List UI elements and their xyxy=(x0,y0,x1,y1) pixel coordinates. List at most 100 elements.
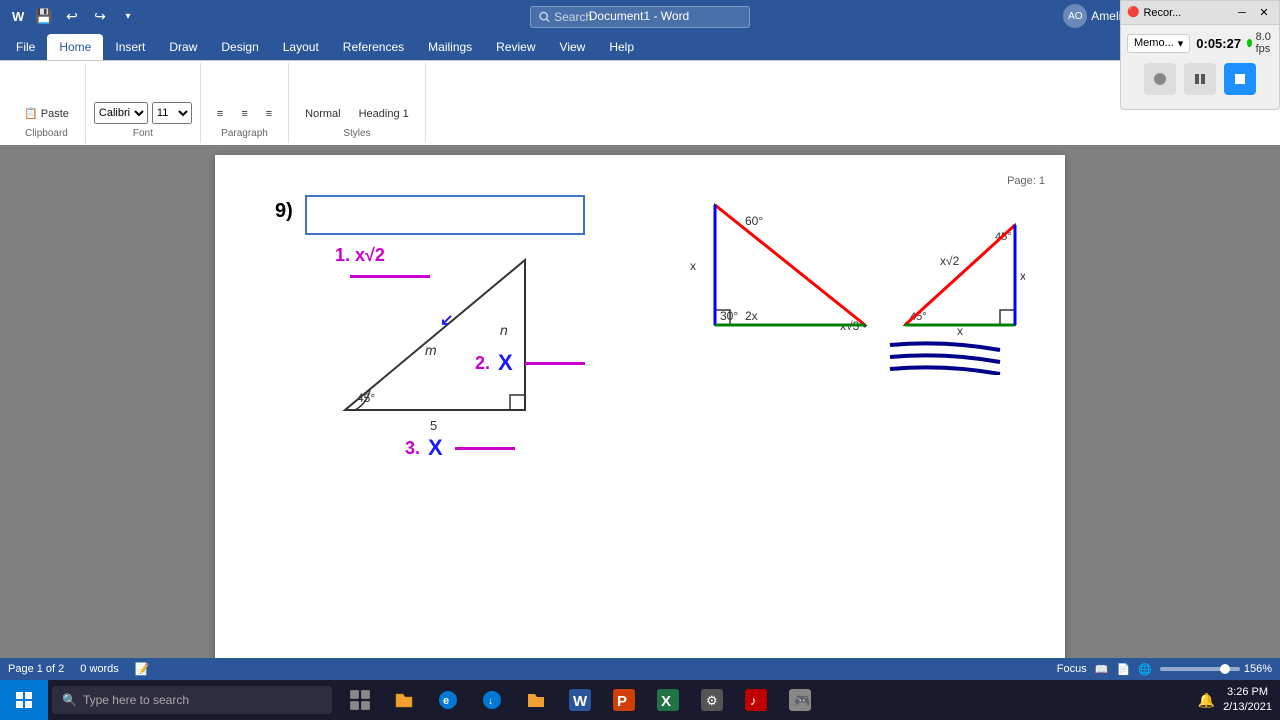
ratio-label-3: 3. X xyxy=(405,435,515,461)
tab-draw[interactable]: Draw xyxy=(157,34,209,60)
focus-button[interactable]: Focus xyxy=(1057,663,1087,675)
taskbar-right: 🔔 3:26 PM 2/13/2021 xyxy=(1198,685,1280,716)
tab-help[interactable]: Help xyxy=(597,34,646,60)
svg-text:x: x xyxy=(1020,269,1025,283)
recording-source-dropdown[interactable]: Memo... ▾ xyxy=(1127,34,1190,53)
clipboard-label: Clipboard xyxy=(25,128,68,139)
downloads-button[interactable]: ↓ xyxy=(472,680,512,720)
recording-body: Memo... ▾ 0:05:27 8.0 fps xyxy=(1121,25,1279,101)
document-area: Page: 1 9) 1. x√2 xyxy=(0,145,1280,680)
tab-design[interactable]: Design xyxy=(209,34,270,60)
tab-home[interactable]: Home xyxy=(47,34,103,60)
taskbar: 🔍 Type here to search e xyxy=(0,680,1280,720)
zoom-slider[interactable] xyxy=(1160,667,1240,671)
font-label: Font xyxy=(133,128,153,139)
svg-text:n: n xyxy=(500,322,508,338)
blue-box xyxy=(305,195,585,235)
heading1-style-button[interactable]: Heading 1 xyxy=(351,104,417,124)
align-right-button[interactable]: ≡ xyxy=(258,104,280,124)
recording-title-bar: 🔴 Recor... ─ ✕ xyxy=(1121,1,1279,25)
svg-text:e: e xyxy=(443,695,449,707)
search-icon xyxy=(539,11,550,23)
taskbar-apps: e ↓ W P xyxy=(340,680,820,720)
redo-qat-button[interactable]: ↪ xyxy=(88,4,112,28)
pause-button[interactable] xyxy=(1184,63,1216,95)
read-mode-button[interactable]: 📖 xyxy=(1095,663,1109,676)
svg-text:♪: ♪ xyxy=(750,693,757,708)
triangle-drawing: m n 45° 5 ↙ xyxy=(325,240,555,440)
align-left-button[interactable]: ≡ xyxy=(209,104,231,124)
svg-text:x: x xyxy=(690,259,696,273)
recording-minimize-button[interactable]: ─ xyxy=(1233,4,1251,22)
powerpoint-taskbar-button[interactable]: P xyxy=(604,680,644,720)
save-qat-button[interactable]: 💾 xyxy=(32,4,56,28)
zoom-thumb xyxy=(1220,664,1230,674)
app7-button[interactable]: 🎮 xyxy=(780,680,820,720)
clipboard-group: 📋 Paste Clipboard xyxy=(8,63,86,143)
title-bar-left: W 💾 ↩ ↪ ▾ xyxy=(0,4,148,28)
web-layout-button[interactable]: 🌐 xyxy=(1138,663,1152,676)
tab-insert[interactable]: Insert xyxy=(103,34,157,60)
svg-text:m: m xyxy=(425,342,437,358)
paragraph-group: ≡ ≡ ≡ Paragraph xyxy=(201,63,289,143)
word-taskbar-button[interactable]: W xyxy=(560,680,600,720)
recording-buttons xyxy=(1127,63,1273,95)
svg-text:↙: ↙ xyxy=(440,312,453,329)
app6-button[interactable]: ♪ xyxy=(736,680,776,720)
print-layout-button[interactable]: 📄 xyxy=(1116,663,1130,676)
tab-mailings[interactable]: Mailings xyxy=(416,34,484,60)
start-button[interactable] xyxy=(0,680,48,720)
svg-text:x√2: x√2 xyxy=(940,254,960,268)
decorative-swoosh xyxy=(885,335,1005,380)
svg-text:45°: 45° xyxy=(357,391,375,405)
app5-button[interactable]: ⚙ xyxy=(692,680,732,720)
recording-title: Recor... xyxy=(1143,7,1229,19)
svg-text:2x: 2x xyxy=(745,309,758,323)
status-right: Focus 📖 📄 🌐 156% xyxy=(1057,663,1272,676)
zoom-control: 156% xyxy=(1160,663,1272,675)
avatar: AO xyxy=(1063,4,1087,28)
normal-style-button[interactable]: Normal xyxy=(297,104,348,124)
align-center-button[interactable]: ≡ xyxy=(233,104,255,124)
font-name-select[interactable]: Calibri xyxy=(94,102,148,124)
taskbar-search-icon: 🔍 xyxy=(62,693,77,707)
qat-customize-button[interactable]: ▾ xyxy=(116,4,140,28)
ribbon-content: 📋 Paste Clipboard Calibri 11 Font ≡ ≡ ≡ … xyxy=(0,60,1280,145)
file-explorer-button[interactable] xyxy=(384,680,424,720)
styles-group: Normal Heading 1 Styles xyxy=(289,63,426,143)
svg-text:P: P xyxy=(617,693,627,710)
taskbar-time-display: 3:26 PM xyxy=(1223,685,1272,700)
taskbar-search-text: Type here to search xyxy=(83,693,189,707)
ribbon-tabs: File Home Insert Draw Design Layout Refe… xyxy=(0,32,1280,60)
recording-fps: 8.0 fps xyxy=(1247,31,1274,55)
undo-qat-button[interactable]: ↩ xyxy=(60,4,84,28)
page-status: Page 1 of 2 xyxy=(8,663,64,675)
tab-references[interactable]: References xyxy=(331,34,416,60)
tab-file[interactable]: File xyxy=(4,34,47,60)
svg-text:W: W xyxy=(573,693,588,710)
tab-layout[interactable]: Layout xyxy=(271,34,331,60)
svg-text:↓: ↓ xyxy=(488,696,493,707)
ratio-label-2: 2. X xyxy=(475,350,585,376)
edge-browser-button[interactable]: e xyxy=(428,680,468,720)
stop-button[interactable] xyxy=(1224,63,1256,95)
search-input[interactable] xyxy=(554,10,741,24)
styles-label: Styles xyxy=(343,128,370,139)
explorer2-button[interactable] xyxy=(516,680,556,720)
recording-icon: 🔴 xyxy=(1127,7,1139,18)
task-view-button[interactable] xyxy=(340,680,380,720)
paste-button[interactable]: 📋 Paste xyxy=(16,103,77,124)
tab-review[interactable]: Review xyxy=(484,34,547,60)
record-button[interactable] xyxy=(1144,63,1176,95)
problem-number: 9) xyxy=(275,200,293,223)
taskbar-notification-icon[interactable]: 🔔 xyxy=(1198,692,1215,709)
taskbar-clock[interactable]: 3:26 PM 2/13/2021 xyxy=(1223,685,1272,716)
taskbar-search[interactable]: 🔍 Type here to search xyxy=(52,686,332,714)
recording-close-button[interactable]: ✕ xyxy=(1255,4,1273,22)
document-page: Page: 1 9) 1. x√2 xyxy=(215,155,1065,680)
title-bar: W 💾 ↩ ↪ ▾ AO Amelie Obas Document1 - Wor… xyxy=(0,0,1280,32)
excel-taskbar-button[interactable]: X xyxy=(648,680,688,720)
font-size-select[interactable]: 11 xyxy=(152,102,192,124)
title-search-area xyxy=(530,6,750,28)
tab-view[interactable]: View xyxy=(548,34,598,60)
